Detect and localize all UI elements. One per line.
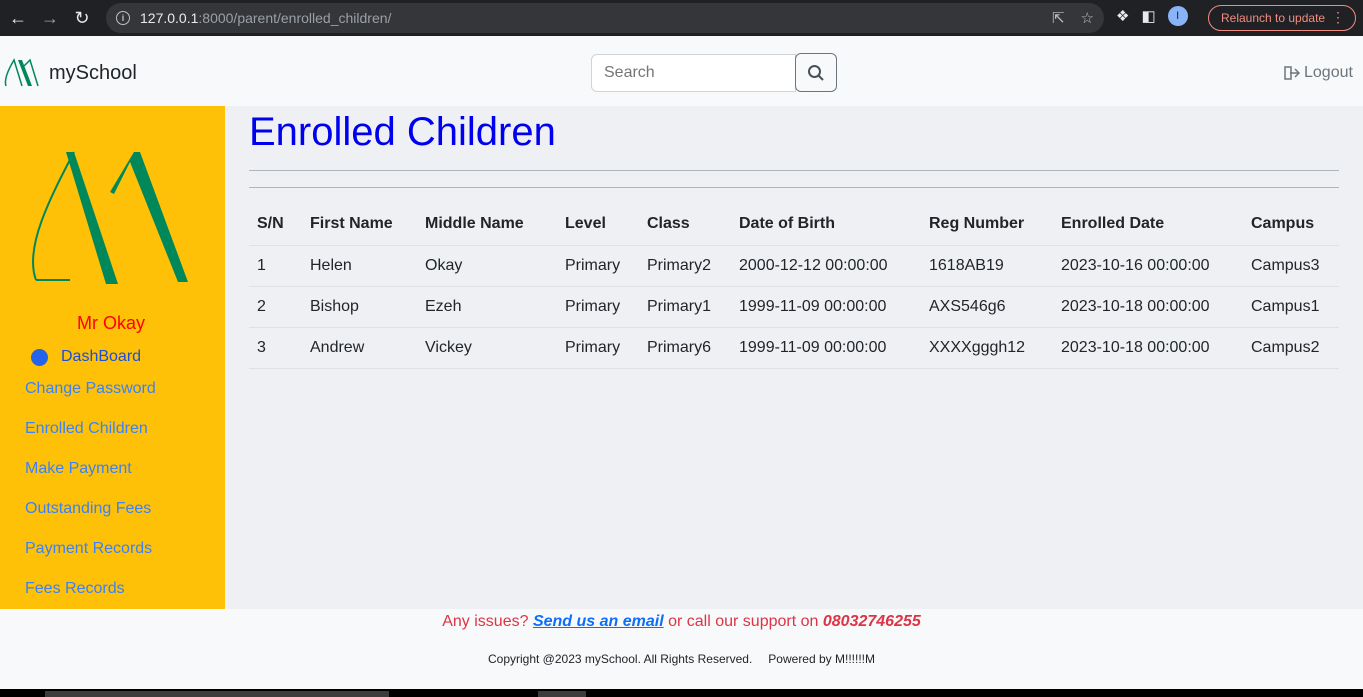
brand-logo-icon[interactable] [2,56,40,90]
table-cell: Primary6 [639,327,731,369]
site-info-icon[interactable]: i [116,11,130,25]
enrolled-children-table: S/N First Name Middle Name Level Class D… [249,204,1339,369]
table-cell: 1618AB19 [921,245,1053,287]
table-cell: 3 [249,327,302,369]
sidebar-item-outstanding-fees[interactable]: Outstanding Fees [25,500,151,518]
table-cell: Campus2 [1243,327,1339,369]
support-phone: 08032746255 [822,613,921,630]
main-content: Enrolled Children S/N First Name Middle … [225,106,1363,609]
relaunch-button[interactable]: Relaunch to update ⋮ [1208,5,1356,31]
copyright-line: Copyright @2023 mySchool. All Rights Res… [0,652,1363,666]
table-cell: Primary2 [639,245,731,287]
table-cell: 1999-11-09 00:00:00 [731,327,921,369]
sidebar-item-enrolled-children[interactable]: Enrolled Children [25,420,148,438]
table-cell: Helen [302,245,417,287]
reload-icon[interactable]: ↻ [68,4,96,32]
table-row: 1 Helen Okay Primary Primary2 2000-12-12… [249,245,1339,287]
school-logo-icon [31,151,188,284]
column-header: Middle Name [417,204,557,246]
share-icon[interactable]: ⇱ [1052,9,1065,27]
bookmark-star-icon[interactable]: ☆ [1081,9,1094,27]
menu-dots-icon[interactable]: ⋮ [1331,9,1345,26]
table-header-row: S/N First Name Middle Name Level Class D… [249,204,1339,246]
sidebar-item-payment-records[interactable]: Payment Records [25,540,152,558]
search-icon [808,64,824,81]
logout-link[interactable]: Logout [1284,64,1353,82]
table-cell: Primary [557,245,639,287]
table-cell: Andrew [302,327,417,369]
brand-name[interactable]: mySchool [49,62,137,85]
table-cell: Primary1 [639,286,731,328]
sidebar-item-fees-records[interactable]: Fees Records [25,580,125,598]
os-taskbar [0,689,1363,697]
table-cell: Campus3 [1243,245,1339,287]
table-row: 3 Andrew Vickey Primary Primary6 1999-11… [249,327,1339,369]
column-header: Class [639,204,731,246]
column-header: First Name [302,204,417,246]
taskbar-item[interactable] [45,691,389,697]
side-panel-icon[interactable]: ◧ [1141,7,1155,25]
taskbar-item[interactable] [538,691,586,697]
page-title: Enrolled Children [249,110,556,154]
app-navbar: mySchool Logout [0,40,1363,106]
table-cell: Bishop [302,286,417,328]
sidebar: Mr Okay DashBoard Change Password Enroll… [0,106,225,609]
column-header: Level [557,204,639,246]
table-cell: Campus1 [1243,286,1339,328]
email-link[interactable]: Send us an email [533,613,664,630]
copyright-text: Copyright @2023 mySchool. All Rights Res… [487,652,753,666]
powered-by-text: Powered by M!!!!!!M [768,652,875,666]
sidebar-item-label: DashBoard [61,348,142,365]
profile-avatar[interactable]: I [1167,6,1188,26]
search-button[interactable] [795,53,837,92]
column-header: Enrolled Date [1053,204,1243,246]
footer: Any issues? Send us an email or call our… [0,609,1363,689]
sidebar-item-change-password[interactable]: Change Password [25,380,156,398]
divider [249,170,1339,171]
dashboard-gauge-icon [31,348,48,366]
table-cell: XXXXgggh12 [921,327,1053,369]
table-cell: Primary [557,286,639,328]
column-header: Reg Number [921,204,1053,246]
browser-toolbar: ← → ↻ i 127.0.0.1:8000/parent/enrolled_c… [0,0,1363,36]
table-cell: Okay [417,245,557,287]
column-header: S/N [249,204,302,246]
user-name: Mr Okay [76,313,145,333]
table-cell: 2 [249,286,302,328]
forward-arrow-icon[interactable]: → [36,4,64,32]
table-row: 2 Bishop Ezeh Primary Primary1 1999-11-0… [249,286,1339,328]
support-prefix: Any issues? [442,613,529,630]
table-cell: Vickey [417,327,557,369]
address-bar[interactable]: i 127.0.0.1:8000/parent/enrolled_childre… [106,3,1104,33]
column-header: Date of Birth [731,204,921,246]
table-cell: 2000-12-12 00:00:00 [731,245,921,287]
logout-icon [1284,66,1300,80]
sidebar-item-dashboard[interactable]: DashBoard [31,348,141,366]
table-cell: Ezeh [417,286,557,328]
search-input[interactable] [591,54,796,92]
divider [249,187,1339,188]
sidebar-item-make-payment[interactable]: Make Payment [25,460,132,478]
table-cell: 1 [249,245,302,287]
extensions-puzzle-icon[interactable]: ❖ [1116,7,1129,25]
table-cell: 2023-10-16 00:00:00 [1053,245,1243,287]
table-cell: 2023-10-18 00:00:00 [1053,286,1243,328]
table-cell: Primary [557,327,639,369]
url-text: 127.0.0.1:8000/parent/enrolled_children/ [140,10,392,26]
table-cell: 1999-11-09 00:00:00 [731,286,921,328]
column-header: Campus [1243,204,1339,246]
table-cell: 2023-10-18 00:00:00 [1053,327,1243,369]
support-line: Any issues? Send us an email or call our… [0,613,1363,631]
support-text: or call our support on [668,613,819,630]
table-cell: AXS546g6 [921,286,1053,328]
back-arrow-icon[interactable]: ← [4,4,32,32]
